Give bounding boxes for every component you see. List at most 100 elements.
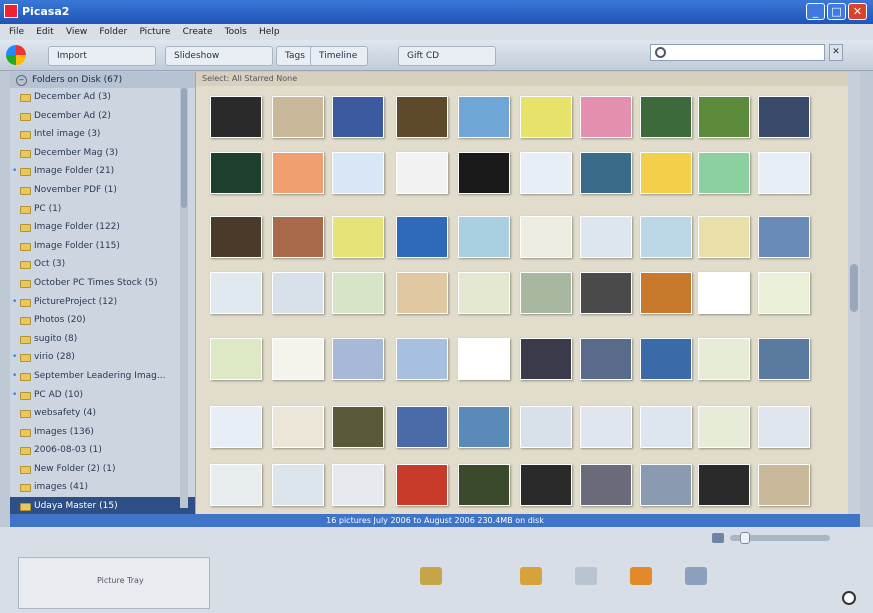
photo-thumbnail[interactable] — [210, 406, 262, 448]
photo-thumbnail[interactable] — [640, 96, 692, 138]
menu-create[interactable]: Create — [183, 24, 213, 40]
menu-view[interactable]: View — [66, 24, 87, 40]
photo-thumbnail[interactable] — [580, 406, 632, 448]
sidebar-item-folder[interactable]: Udaya Master (15) — [10, 497, 195, 516]
photo-thumbnail[interactable] — [580, 272, 632, 314]
photo-thumbnail[interactable] — [580, 338, 632, 380]
sidebar-item-folder[interactable]: • Image Folder (21) — [10, 162, 195, 181]
photo-thumbnail[interactable] — [520, 338, 572, 380]
search-clear-button[interactable]: ✕ — [829, 44, 843, 61]
sidebar-item-folder[interactable]: 2006-08-03 (1) — [10, 441, 195, 460]
zoom-slider-knob[interactable] — [740, 532, 750, 544]
photo-thumbnail[interactable] — [396, 272, 448, 314]
photo-thumbnail[interactable] — [520, 272, 572, 314]
photo-thumbnail[interactable] — [332, 272, 384, 314]
sidebar-item-folder[interactable]: websafety (4) — [10, 404, 195, 423]
sidebar-item-folder[interactable]: December Mag (3) — [10, 144, 195, 163]
zoom-slider[interactable] — [730, 532, 830, 544]
photo-thumbnail[interactable] — [210, 96, 262, 138]
menu-help[interactable]: Help — [259, 24, 280, 40]
sidebar-item-folder[interactable]: • PictureProject (12) — [10, 293, 195, 312]
main-scroll-thumb[interactable] — [850, 264, 858, 312]
photo-thumbnail[interactable] — [332, 216, 384, 258]
photo-thumbnail[interactable] — [332, 338, 384, 380]
sidebar-item-folder[interactable]: sugito (8) — [10, 330, 195, 349]
photo-thumbnail[interactable] — [458, 216, 510, 258]
photo-thumbnail[interactable] — [332, 464, 384, 506]
sidebar-item-folder[interactable]: Intel image (3) — [10, 125, 195, 144]
sidebar-item-folder[interactable]: • September Leadering Imag... — [10, 367, 195, 386]
photo-thumbnail[interactable] — [698, 152, 750, 194]
photo-thumbnail[interactable] — [640, 464, 692, 506]
menu-tools[interactable]: Tools — [225, 24, 247, 40]
sidebar-item-folder[interactable]: • virio (28) — [10, 348, 195, 367]
import-button[interactable]: Import — [48, 46, 156, 66]
menu-file[interactable]: File — [9, 24, 24, 40]
sidebar-item-folder[interactable]: • PC AD (10) — [10, 386, 195, 405]
photo-thumbnail[interactable] — [396, 96, 448, 138]
photo-thumbnail[interactable] — [698, 406, 750, 448]
photo-thumbnail[interactable] — [396, 216, 448, 258]
photo-thumbnail[interactable] — [580, 96, 632, 138]
photo-thumbnail[interactable] — [520, 152, 572, 194]
photo-thumbnail[interactable] — [758, 338, 810, 380]
photo-thumbnail[interactable] — [698, 272, 750, 314]
sidebar-item-folder[interactable]: New Folder (2) (1) — [10, 460, 195, 479]
photo-thumbnail[interactable] — [580, 464, 632, 506]
photo-thumbnail[interactable] — [758, 464, 810, 506]
timeline-button[interactable]: Timeline — [310, 46, 368, 66]
photo-thumbnail[interactable] — [640, 338, 692, 380]
photo-thumbnail[interactable] — [698, 96, 750, 138]
sidebar-scrollbar[interactable] — [180, 88, 188, 508]
photo-thumbnail[interactable] — [520, 96, 572, 138]
sidebar-item-folder[interactable]: December Ad (2) — [10, 107, 195, 126]
photo-thumbnail[interactable] — [758, 152, 810, 194]
sidebar-item-folder[interactable]: December Ad (3) — [10, 88, 195, 107]
photo-thumbnail[interactable] — [758, 272, 810, 314]
photo-thumbnail[interactable] — [272, 338, 324, 380]
slideshow-button[interactable]: Slideshow — [165, 46, 273, 66]
sidebar-scroll-thumb[interactable] — [181, 88, 187, 208]
select-bar[interactable]: Select: All Starred None — [196, 72, 848, 86]
photo-thumbnail[interactable] — [210, 338, 262, 380]
photo-thumbnail[interactable] — [640, 152, 692, 194]
sidebar-item-folder[interactable]: Images (136) — [10, 423, 195, 442]
minimize-button[interactable]: _ — [806, 3, 825, 20]
menu-folder[interactable]: Folder — [99, 24, 127, 40]
photo-thumbnail[interactable] — [272, 216, 324, 258]
folders-on-disk-header[interactable]: − Folders on Disk (67) — [10, 72, 195, 88]
photo-thumbnail[interactable] — [458, 406, 510, 448]
photo-thumbnail[interactable] — [210, 152, 262, 194]
photo-thumbnail[interactable] — [272, 152, 324, 194]
search-input[interactable] — [650, 44, 825, 61]
photo-thumbnail[interactable] — [758, 216, 810, 258]
photo-thumbnail[interactable] — [396, 406, 448, 448]
photo-thumbnail[interactable] — [210, 464, 262, 506]
photo-thumbnail[interactable] — [458, 152, 510, 194]
maximize-button[interactable]: □ — [827, 3, 846, 20]
export-button[interactable] — [685, 567, 707, 585]
email-button[interactable] — [575, 567, 597, 585]
photo-thumbnail[interactable] — [758, 406, 810, 448]
sidebar-item-folder[interactable]: Oct (3) — [10, 255, 195, 274]
photo-thumbnail[interactable] — [332, 406, 384, 448]
sidebar-item-folder[interactable]: Image Folder (115) — [10, 237, 195, 256]
photo-thumbnail[interactable] — [396, 338, 448, 380]
photo-thumbnail[interactable] — [210, 272, 262, 314]
photo-thumbnail[interactable] — [210, 216, 262, 258]
photo-thumbnail[interactable] — [272, 272, 324, 314]
picture-tray[interactable]: Picture Tray — [18, 557, 210, 609]
photo-thumbnail[interactable] — [458, 464, 510, 506]
photo-thumbnail[interactable] — [272, 406, 324, 448]
photo-thumbnail[interactable] — [332, 152, 384, 194]
sidebar-item-folder[interactable]: Image Folder (122) — [10, 218, 195, 237]
photo-thumbnail[interactable] — [698, 338, 750, 380]
photo-thumbnail[interactable] — [396, 464, 448, 506]
menu-edit[interactable]: Edit — [36, 24, 53, 40]
menu-picture[interactable]: Picture — [139, 24, 170, 40]
picasa-corner-icon[interactable] — [842, 591, 856, 605]
label-button[interactable] — [520, 567, 542, 585]
photo-thumbnail[interactable] — [640, 272, 692, 314]
sidebar-item-folder[interactable]: October PC Times Stock (5) — [10, 274, 195, 293]
photo-thumbnail[interactable] — [458, 272, 510, 314]
